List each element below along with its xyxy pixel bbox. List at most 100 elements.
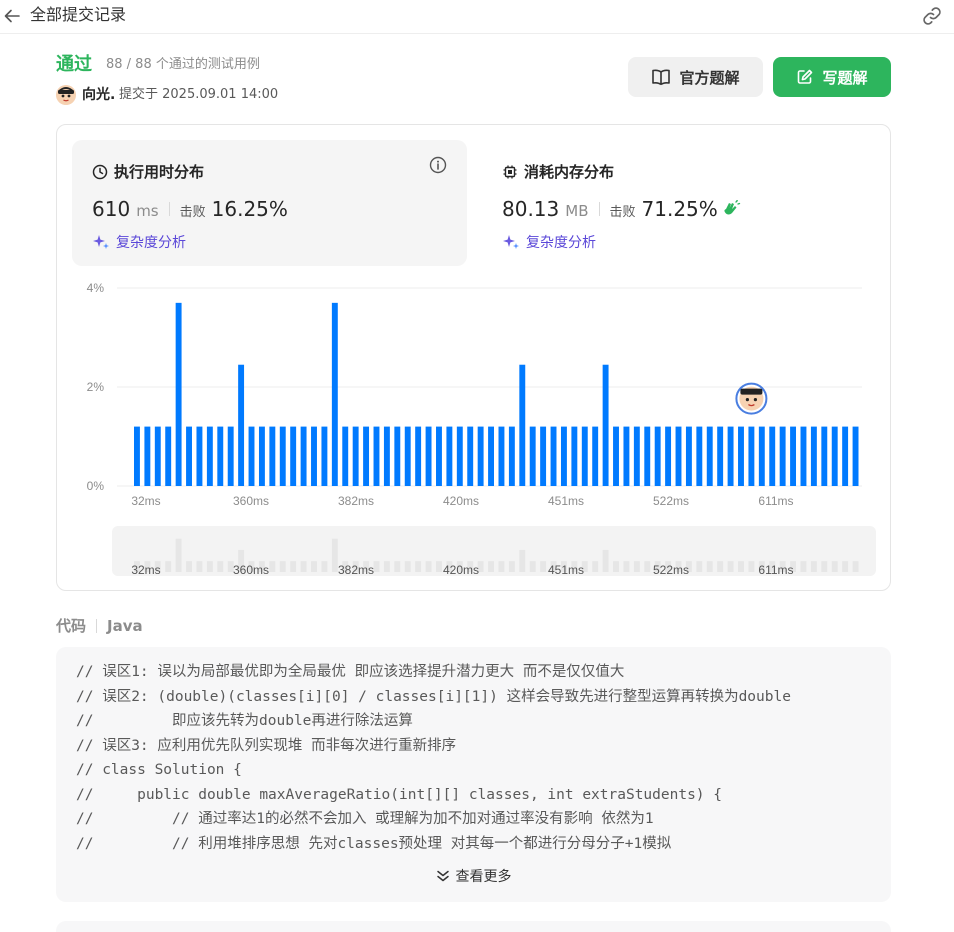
sparkle-icon (503, 235, 519, 249)
minimap-tick-label: 451ms (548, 563, 584, 577)
chart-bar (831, 426, 838, 486)
chart-bar (321, 426, 328, 486)
minimap-bar (394, 561, 401, 572)
code-header: 代码 Java (56, 615, 143, 636)
chart-bar (738, 426, 744, 486)
sparkle-icon (93, 235, 109, 249)
submit-time: 提交于 2025.09.01 14:00 (119, 87, 279, 102)
info-icon[interactable] (429, 156, 447, 174)
runtime-complexity-link[interactable]: 复杂度分析 (92, 232, 186, 252)
minimap-bar (540, 561, 547, 572)
minimap-bar (613, 561, 619, 572)
code-block[interactable]: // 误区1: 误以为局部最优即为全局最优 即应该选择提升潜力更大 而不是仅仅值… (56, 647, 891, 902)
chart-bar (425, 426, 432, 486)
chart-bar (311, 426, 317, 486)
memory-beat-value: 71.25% (641, 197, 718, 221)
chart-bar (186, 426, 192, 486)
chart-bar (717, 426, 724, 486)
link-icon[interactable] (920, 4, 944, 28)
chart-bar (654, 426, 661, 486)
chart-bar (165, 426, 172, 486)
minimap-bar (373, 561, 380, 572)
minimap-bar (383, 561, 390, 572)
chart-bar (352, 426, 359, 486)
minimap-tick-label: 360ms (233, 563, 269, 577)
clock-icon (92, 164, 108, 179)
chart-bar (810, 426, 817, 486)
chart-bar (769, 426, 776, 486)
minimap-bar (821, 561, 828, 572)
chart-bar (446, 426, 453, 486)
back-arrow-icon[interactable] (2, 6, 22, 26)
chart-bar (134, 426, 140, 486)
x-tick-label: 451ms (548, 494, 584, 508)
chart-bar (279, 426, 286, 486)
minimap-bar (842, 561, 849, 572)
memory-panel[interactable]: 消耗内存分布 80.13 MB 击败 71.25% 复杂度分析 (482, 140, 877, 266)
minimap-bar (800, 561, 807, 572)
chart-bar (488, 426, 494, 486)
runtime-distribution-chart[interactable]: 4% 2% 0% 32ms 360ms 382ms 420ms 451ms 522ms 611ms… (57, 275, 890, 585)
y-tick-label: 2% (87, 380, 105, 394)
divider (96, 618, 98, 633)
minimap-bar (269, 561, 276, 572)
testcase-count: 88 / 88 个通过的测试用例 (106, 57, 260, 72)
chart-bar (196, 426, 203, 486)
memory-value: 80.13 (502, 197, 560, 221)
code-title: 代码 (56, 617, 87, 635)
chart-bar (331, 302, 338, 486)
minimap-bar (404, 561, 411, 572)
user-position-marker[interactable] (735, 382, 768, 415)
minimap-bar (206, 561, 213, 572)
minimap-bar (290, 561, 297, 572)
chart-bar (144, 426, 151, 486)
user-avatar[interactable] (56, 85, 76, 105)
code-line: // 误区3: 应利用优先队列实现堆 而非每次进行重新排序 (76, 737, 457, 754)
chart-bar (633, 426, 640, 486)
chart-bar (248, 426, 255, 486)
chart-bar (779, 426, 786, 486)
chart-bar (498, 426, 505, 486)
write-solution-button[interactable]: 写题解 (773, 57, 891, 97)
y-tick-label: 0% (87, 479, 105, 493)
chart-bar (685, 426, 692, 486)
username[interactable]: 向光. (82, 86, 115, 104)
runtime-unit: ms (136, 202, 159, 220)
minimap-bar (331, 538, 338, 572)
runtime-panel[interactable]: 执行用时分布 610 ms 击败 16.25% 复杂度分析 (72, 140, 467, 266)
chart-bar (550, 426, 557, 486)
minimap-tick-label: 382ms (338, 563, 374, 577)
chart-bar (467, 426, 474, 486)
chart-bar (508, 426, 515, 486)
x-tick-label: 32ms (131, 494, 160, 508)
edit-icon (798, 69, 813, 84)
minimap-bar (696, 561, 703, 572)
minimap-bar (602, 549, 609, 572)
chart-bar (602, 364, 609, 486)
chart-bar (560, 426, 567, 486)
memory-header: 消耗内存分布 (502, 161, 614, 182)
minimap-bar (175, 538, 182, 572)
code-line: // 误区1: 误以为局部最优即为全局最优 即应该选择提升潜力更大 而不是仅仅值… (76, 664, 625, 680)
minimap-tick-label: 611ms (758, 563, 793, 577)
chart-bar (571, 426, 578, 486)
minimap-bar (311, 561, 317, 572)
minimap-bar (300, 561, 307, 572)
code-language: Java (107, 616, 143, 635)
minimap-bar (415, 561, 422, 572)
runtime-beat-value: 16.25% (211, 197, 288, 221)
view-more-button[interactable]: 查看更多 (56, 866, 891, 886)
minimap-bar (738, 561, 744, 572)
chart-bar (227, 426, 234, 486)
runtime-beat-label: 击败 (179, 205, 206, 220)
submission-status: 通过 (56, 54, 92, 75)
chart-bar (592, 426, 599, 486)
x-tick-label: 360ms (233, 494, 269, 508)
code-line: // class Solution { (76, 762, 242, 778)
official-solution-button[interactable]: 官方题解 (628, 57, 763, 97)
memory-beat-label: 击败 (609, 205, 636, 220)
memory-complexity-link[interactable]: 复杂度分析 (502, 232, 596, 252)
minimap-bar (186, 561, 192, 572)
clap-hands-icon (724, 200, 740, 215)
minimap-bar (852, 561, 859, 572)
